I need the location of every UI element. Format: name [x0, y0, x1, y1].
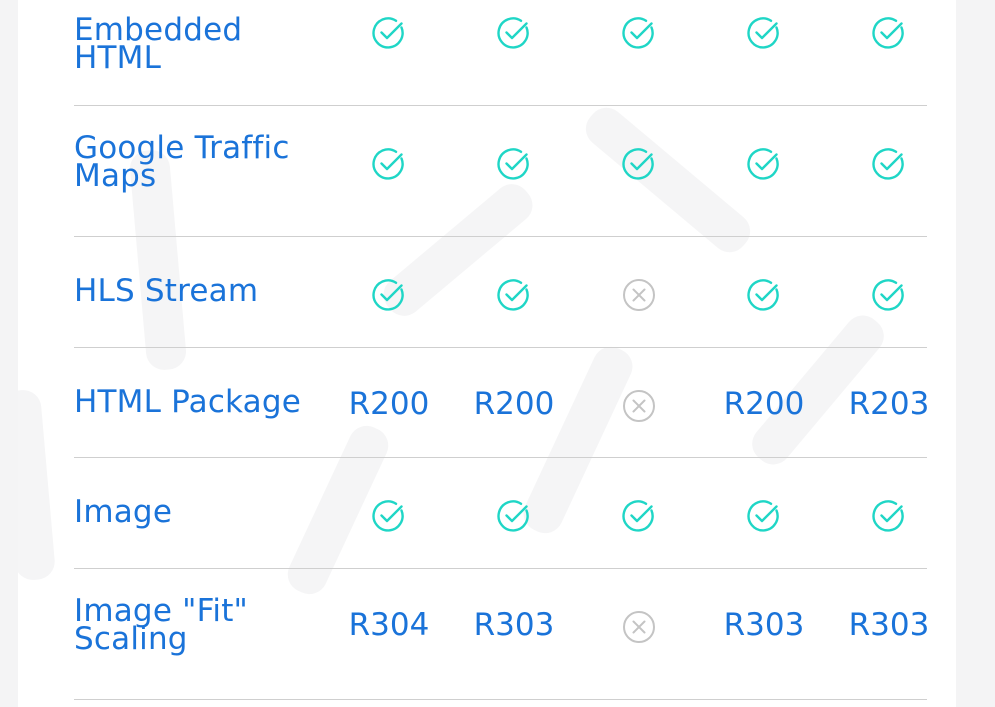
check-circle-icon	[339, 496, 439, 536]
feature-name: HLS Stream	[74, 273, 324, 309]
price-value: R304	[348, 607, 430, 643]
table-row: Image "Fit" Scaling R304 R303 R303 R303	[74, 569, 929, 700]
check-circle-icon	[714, 275, 814, 315]
price-value: R303	[723, 607, 805, 643]
check-circle-icon	[589, 13, 689, 53]
feature-name-line: HLS Stream	[74, 273, 259, 309]
x-circle-icon	[589, 386, 689, 426]
check-circle-icon	[464, 496, 564, 536]
table-row: HTML Package R200 R200 R200 R203	[74, 348, 929, 458]
check-circle-icon	[464, 144, 564, 184]
check-circle-icon	[464, 275, 564, 315]
background-decoration	[18, 388, 57, 582]
price-value: R200	[723, 386, 805, 422]
feature-name-line: Maps	[74, 158, 157, 194]
price-value: R303	[848, 607, 930, 643]
check-circle-icon	[714, 144, 814, 184]
x-circle-icon	[589, 607, 689, 647]
table-row: Embedded HTML	[74, 0, 927, 106]
comparison-card: Embedded HTML Google Traffic Maps HLS Stre…	[18, 0, 956, 707]
check-circle-icon	[589, 496, 689, 536]
check-circle-icon	[464, 13, 564, 53]
feature-name-line: HTML	[74, 40, 162, 76]
price-value: R203	[848, 386, 930, 422]
table-row: Google Traffic Maps	[74, 106, 927, 237]
check-circle-icon	[339, 144, 439, 184]
check-circle-icon	[339, 275, 439, 315]
check-circle-icon	[839, 13, 939, 53]
price-value: R303	[473, 607, 555, 643]
price-value: R200	[348, 386, 430, 422]
feature-name: Image "Fit" Scaling	[74, 596, 324, 657]
price-value: R200	[473, 386, 555, 422]
check-circle-icon	[714, 496, 814, 536]
check-circle-icon	[839, 496, 939, 536]
table-row: HLS Stream	[74, 237, 927, 348]
x-circle-icon	[589, 275, 689, 315]
feature-name: Google Traffic Maps	[74, 133, 324, 194]
check-circle-icon	[339, 13, 439, 53]
check-circle-icon	[839, 275, 939, 315]
feature-name-line: Scaling	[74, 621, 188, 657]
feature-name: HTML Package	[74, 384, 324, 420]
check-circle-icon	[714, 13, 814, 53]
feature-name: Image	[74, 494, 324, 530]
check-circle-icon	[839, 144, 939, 184]
feature-name-line: Image	[74, 494, 173, 530]
feature-comparison-table: Embedded HTML Google Traffic Maps HLS Stre…	[74, 0, 929, 700]
feature-name-line: HTML Package	[74, 384, 302, 420]
table-row: Image	[74, 458, 927, 569]
feature-name: Embedded HTML	[74, 15, 324, 76]
check-circle-icon	[589, 144, 689, 184]
